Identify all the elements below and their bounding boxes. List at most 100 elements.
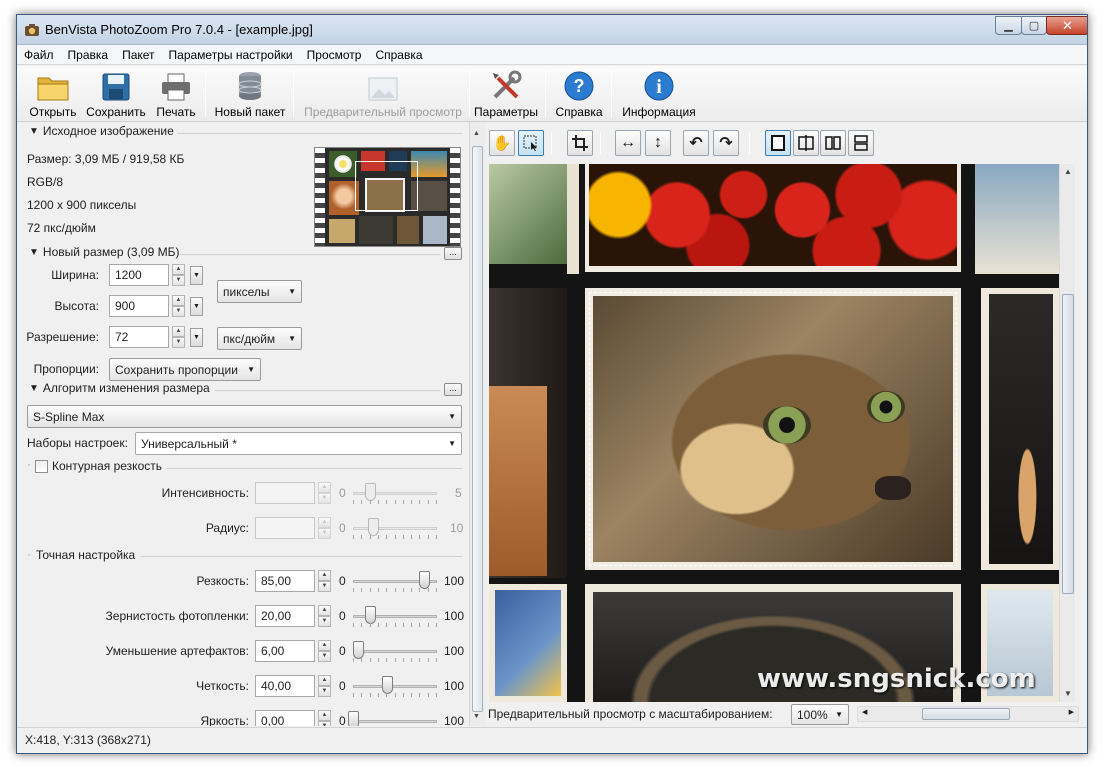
resolution-units-select[interactable]: пкс/дюйм ▼ xyxy=(217,327,302,350)
contour-sharpness-checkbox[interactable] xyxy=(35,460,48,473)
help-button[interactable]: ? Справка xyxy=(553,68,605,120)
menu-view[interactable]: Просмотр xyxy=(300,45,369,65)
preview-vertical-scrollbar[interactable]: ▲ ▼ xyxy=(1059,164,1075,702)
split-view-button[interactable] xyxy=(793,130,819,156)
brightness-slider[interactable] xyxy=(348,710,437,726)
clarity-input[interactable]: 40,00 xyxy=(255,675,315,697)
rotate-right-button[interactable]: ↷ xyxy=(713,130,739,156)
crop-button[interactable] xyxy=(567,130,593,156)
info-button[interactable]: i Информация xyxy=(619,68,699,120)
slider-thumb[interactable] xyxy=(382,676,393,694)
artifact-reduction-slider[interactable] xyxy=(353,640,437,662)
preview-horizontal-scrollbar[interactable]: ◀ ▶ xyxy=(857,706,1079,722)
menu-file[interactable]: Файл xyxy=(17,45,61,65)
scroll-thumb[interactable] xyxy=(1062,294,1074,594)
menu-help[interactable]: Справка xyxy=(368,45,429,65)
clarity-min: 0 xyxy=(339,679,346,693)
film-grain-input[interactable]: 20,00 xyxy=(255,605,315,627)
cat-photo xyxy=(585,288,961,570)
brightness-stepper[interactable]: ▲ ▼ xyxy=(318,710,331,726)
thumbnail-selection-box[interactable] xyxy=(355,161,418,211)
clarity-slider[interactable] xyxy=(353,675,437,697)
settings-button[interactable]: Параметры xyxy=(473,68,539,120)
algorithm-more-button[interactable]: ... xyxy=(444,383,462,396)
resolution-input[interactable]: 72 xyxy=(109,326,169,348)
zoom-select[interactable]: 100% ▼ xyxy=(791,704,849,725)
artifact-reduction-label: Уменьшение артефактов: xyxy=(105,644,249,658)
intensity-input[interactable] xyxy=(255,482,315,504)
resolution-unit-menu[interactable]: ▼ xyxy=(190,328,203,347)
film-grain-slider[interactable] xyxy=(353,605,437,627)
top-bottom-button[interactable] xyxy=(848,130,874,156)
size-units-select[interactable]: пикселы ▼ xyxy=(217,280,302,303)
sharpness-stepper[interactable]: ▲ ▼ xyxy=(318,570,331,592)
algorithm-select[interactable]: S-Spline Max ▼ xyxy=(27,405,462,428)
menu-edit[interactable]: Правка xyxy=(61,45,116,65)
height-stepper[interactable]: ▲ ▼ xyxy=(172,295,185,317)
algorithm-section-header[interactable]: ▼ Алгоритм изменения размера xyxy=(29,381,210,395)
fit-width-button[interactable]: ↔ xyxy=(615,130,641,156)
resolution-stepper[interactable]: ▲ ▼ xyxy=(172,326,185,348)
panel-scrollbar[interactable]: ▲ ▼ xyxy=(469,122,485,726)
maximize-button[interactable]: ▢ xyxy=(1021,16,1047,35)
source-section-header[interactable]: ▼ Исходное изображение xyxy=(29,124,174,138)
sharpness-input[interactable]: 85,00 xyxy=(255,570,315,592)
select-tool-button[interactable] xyxy=(518,130,544,156)
fit-height-button[interactable]: ↕ xyxy=(645,130,671,156)
scroll-thumb[interactable] xyxy=(472,146,483,712)
width-unit-menu[interactable]: ▼ xyxy=(190,266,203,285)
arrow-right-icon: ▶ xyxy=(1068,709,1074,716)
floppy-icon xyxy=(102,73,130,101)
intensity-stepper[interactable]: ▲ ▼ xyxy=(318,482,331,504)
arrow-up-icon: ▲ xyxy=(473,130,480,137)
side-by-side-button[interactable] xyxy=(820,130,846,156)
intensity-slider[interactable] xyxy=(353,482,437,504)
save-button[interactable]: Сохранить xyxy=(85,68,147,120)
resize-more-button[interactable]: ... xyxy=(444,247,462,260)
view-toolbar: ✋ ↔ ↕ ↶ ↷ xyxy=(485,122,1087,164)
arrow-down-icon: ▼ xyxy=(1064,689,1072,698)
slider-thumb[interactable] xyxy=(368,518,379,536)
status-bar: X:418, Y:313 (368x271) xyxy=(17,727,1087,753)
folder-icon xyxy=(37,77,69,101)
database-icon xyxy=(238,72,262,100)
width-input[interactable]: 1200 xyxy=(109,264,169,286)
single-view-button[interactable] xyxy=(765,130,791,156)
resize-section-header[interactable]: ▼ Новый размер (3,09 МБ) xyxy=(29,245,179,259)
preset-select[interactable]: Универсальный * ▼ xyxy=(135,432,462,455)
open-button[interactable]: Открыть xyxy=(27,68,79,120)
slider-thumb[interactable] xyxy=(348,711,359,726)
slider-thumb[interactable] xyxy=(353,641,364,659)
app-window: BenVista PhotoZoom Pro 7.0.4 - [example.… xyxy=(16,14,1088,754)
window-title: BenVista PhotoZoom Pro 7.0.4 - [example.… xyxy=(45,22,313,37)
film-grain-stepper[interactable]: ▲ ▼ xyxy=(318,605,331,627)
slider-thumb[interactable] xyxy=(365,606,376,624)
radius-input[interactable] xyxy=(255,517,315,539)
clarity-stepper[interactable]: ▲ ▼ xyxy=(318,675,331,697)
print-button[interactable]: Печать xyxy=(151,68,201,120)
height-unit-menu[interactable]: ▼ xyxy=(190,297,203,316)
scroll-thumb[interactable] xyxy=(922,708,1010,720)
slider-thumb[interactable] xyxy=(365,483,376,501)
width-stepper[interactable]: ▲ ▼ xyxy=(172,264,185,286)
rotate-left-button[interactable]: ↶ xyxy=(683,130,709,156)
close-button[interactable]: ✕ xyxy=(1046,16,1087,35)
hand-tool-button[interactable]: ✋ xyxy=(489,130,515,156)
artifact-reduction-stepper[interactable]: ▲ ▼ xyxy=(318,640,331,662)
brightness-input[interactable]: 0,00 xyxy=(255,710,315,726)
source-thumbnail[interactable] xyxy=(314,147,461,247)
preview-selection-box[interactable] xyxy=(589,292,957,566)
minimize-button[interactable]: ▁ xyxy=(995,16,1022,35)
new-batch-button[interactable]: Новый пакет xyxy=(211,68,289,120)
sharpness-slider[interactable] xyxy=(353,570,437,592)
artifact-reduction-input[interactable]: 6,00 xyxy=(255,640,315,662)
image-preview[interactable]: www.sngsnick.com xyxy=(489,164,1059,702)
slider-thumb[interactable] xyxy=(419,571,430,589)
menu-settings[interactable]: Параметры настройки xyxy=(162,45,300,65)
proportions-select[interactable]: Сохранить пропорции ▼ xyxy=(109,358,261,381)
radius-stepper[interactable]: ▲ ▼ xyxy=(318,517,331,539)
menu-batch[interactable]: Пакет xyxy=(115,45,161,65)
radius-slider[interactable] xyxy=(353,517,437,539)
height-input[interactable]: 900 xyxy=(109,295,169,317)
preview-button[interactable]: Предварительный просмотр xyxy=(301,68,465,120)
